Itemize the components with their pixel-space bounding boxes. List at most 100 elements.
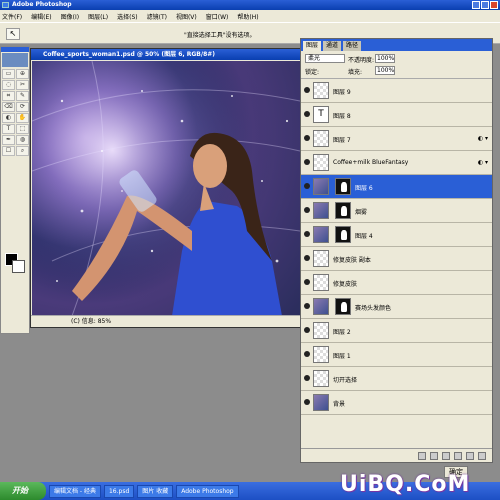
- tool-icon[interactable]: ⌕: [16, 146, 29, 156]
- menu-item[interactable]: 文件(F): [2, 12, 22, 21]
- tool-icon[interactable]: ⊕: [16, 69, 29, 79]
- eye-icon[interactable]: [304, 351, 310, 357]
- tool-icon[interactable]: ✎: [16, 91, 29, 101]
- layer-thumbnail: [313, 154, 329, 171]
- eye-icon[interactable]: [304, 327, 310, 333]
- panel-tab[interactable]: 通道: [323, 41, 342, 51]
- tool-icon[interactable]: T: [2, 124, 15, 134]
- layer-mask-thumbnail[interactable]: [335, 298, 351, 315]
- layer-name: Coffee+milk BlueFantasy: [333, 159, 409, 166]
- new-layer-icon[interactable]: [466, 452, 474, 460]
- layer-name: 图层 1: [333, 353, 351, 360]
- layer-style-icon[interactable]: [430, 452, 438, 460]
- layer-mask-thumbnail[interactable]: [335, 202, 351, 219]
- toolbox-logo[interactable]: [2, 53, 28, 67]
- layer-row[interactable]: 图层 4: [301, 223, 492, 247]
- taskbar-item[interactable]: 编辑文档 - 经典: [49, 484, 101, 498]
- layer-row[interactable]: 修复皮肤 副本: [301, 247, 492, 271]
- layer-row[interactable]: Coffee+milk BlueFantasy ◐ ▾: [301, 151, 492, 175]
- maximize-button[interactable]: [481, 1, 489, 9]
- tool-icon[interactable]: ✂: [16, 80, 29, 90]
- toolbox-header[interactable]: [1, 47, 29, 52]
- menu-item[interactable]: 视图(V): [176, 12, 197, 21]
- tool-icon[interactable]: ⌗: [2, 91, 15, 101]
- close-button[interactable]: [490, 1, 498, 9]
- menu-item[interactable]: 选择(S): [117, 12, 138, 21]
- link-layers-icon[interactable]: [418, 452, 426, 460]
- direct-selection-tool-icon[interactable]: ↖: [6, 28, 20, 40]
- layer-row[interactable]: 图层 6: [301, 175, 492, 199]
- blend-mode-select[interactable]: 柔光: [305, 54, 345, 63]
- layer-row[interactable]: 图层 1: [301, 343, 492, 367]
- layer-row[interactable]: 切开选择: [301, 367, 492, 391]
- tool-icon[interactable]: ⟳: [16, 102, 29, 112]
- tool-icon[interactable]: ✋: [16, 113, 29, 123]
- tool-icon[interactable]: ☐: [2, 146, 15, 156]
- new-group-icon[interactable]: [454, 452, 462, 460]
- layer-row[interactable]: 图层 9: [301, 79, 492, 103]
- taskbar-item[interactable]: 图片 收藏: [137, 484, 174, 498]
- app-title: Adobe Photoshop: [12, 1, 72, 8]
- eye-icon[interactable]: [304, 279, 310, 285]
- eye-icon[interactable]: [304, 207, 310, 213]
- app-title-bar: Adobe Photoshop: [0, 0, 500, 10]
- layer-name: 图层 7: [333, 137, 351, 144]
- options-hint: "直接选择工具"没有选项。: [184, 32, 256, 39]
- layer-row[interactable]: 烟雾: [301, 199, 492, 223]
- layer-row[interactable]: 修复皮肤: [301, 271, 492, 295]
- start-button[interactable]: 开始: [0, 482, 46, 500]
- eye-icon[interactable]: [304, 135, 310, 141]
- eye-icon[interactable]: [304, 375, 310, 381]
- layers-panel: 图层 通道 路径 柔光 不透明度: 100% 锁定: 填充: 100% 图层 9T图…: [300, 38, 493, 463]
- menu-item[interactable]: 窗口(W): [206, 12, 229, 21]
- image-canvas[interactable]: [32, 61, 300, 316]
- tool-icon[interactable]: ◍: [16, 135, 29, 145]
- eye-icon[interactable]: [304, 87, 310, 93]
- opacity-input[interactable]: 100%: [375, 54, 395, 63]
- layer-thumbnail: [313, 202, 329, 219]
- tool-icon[interactable]: ◌: [2, 80, 15, 90]
- layer-effects-icon[interactable]: ◐ ▾: [478, 135, 488, 142]
- document-title[interactable]: Coffee_sports_woman1.psd @ 50% (图层 6, RG…: [31, 49, 300, 60]
- eye-icon[interactable]: [304, 159, 310, 165]
- layer-row[interactable]: 图层 2: [301, 319, 492, 343]
- layer-mask-thumbnail[interactable]: [335, 178, 351, 195]
- menu-item[interactable]: 图层(L): [88, 12, 108, 21]
- eye-icon[interactable]: [304, 255, 310, 261]
- layer-thumbnail: [313, 322, 329, 339]
- layer-name: 图层 8: [333, 113, 351, 120]
- tool-icon[interactable]: ◐: [2, 113, 15, 123]
- minimize-button[interactable]: [472, 1, 480, 9]
- menu-item[interactable]: 帮助(H): [237, 12, 258, 21]
- eye-icon[interactable]: [304, 231, 310, 237]
- menu-item[interactable]: 滤镜(T): [147, 12, 167, 21]
- menu-item[interactable]: 图像(I): [61, 12, 79, 21]
- tool-icon[interactable]: ✒: [2, 135, 15, 145]
- trash-icon[interactable]: [478, 452, 486, 460]
- eye-icon[interactable]: [304, 399, 310, 405]
- layer-row[interactable]: T 图层 8: [301, 103, 492, 127]
- layer-row[interactable]: 赛场头发颜色: [301, 295, 492, 319]
- background-color-swatch[interactable]: [12, 260, 25, 273]
- panel-tab[interactable]: 图层: [303, 41, 322, 51]
- menu-item[interactable]: 编辑(E): [31, 12, 51, 21]
- layer-options: 柔光 不透明度: 100% 锁定: 填充: 100%: [301, 51, 492, 79]
- tool-grid: ▭ ⊕ ◌ ✂ ⌗ ✎ ⌫ ⟳ ◐ ✋ T ⬚ ✒ ◍ ☐ ⌕: [1, 68, 29, 157]
- layer-row[interactable]: 背景: [301, 391, 492, 415]
- layer-name: 切开选择: [333, 377, 358, 384]
- layer-row[interactable]: 图层 7 ◐ ▾: [301, 127, 492, 151]
- eye-icon[interactable]: [304, 183, 310, 189]
- tool-icon[interactable]: ⌫: [2, 102, 15, 112]
- eye-icon[interactable]: [304, 111, 310, 117]
- add-mask-icon[interactable]: [442, 452, 450, 460]
- fill-input[interactable]: 100%: [375, 66, 395, 75]
- taskbar-item[interactable]: 16.psd: [103, 484, 135, 498]
- canvas-artwork: [32, 61, 300, 316]
- layer-mask-thumbnail[interactable]: [335, 226, 351, 243]
- taskbar-item[interactable]: Adobe Photoshop: [176, 484, 239, 498]
- tool-icon[interactable]: ▭: [2, 69, 15, 79]
- panel-tab[interactable]: 路径: [343, 41, 362, 51]
- tool-icon[interactable]: ⬚: [16, 124, 29, 134]
- eye-icon[interactable]: [304, 303, 310, 309]
- layer-effects-icon[interactable]: ◐ ▾: [478, 159, 488, 166]
